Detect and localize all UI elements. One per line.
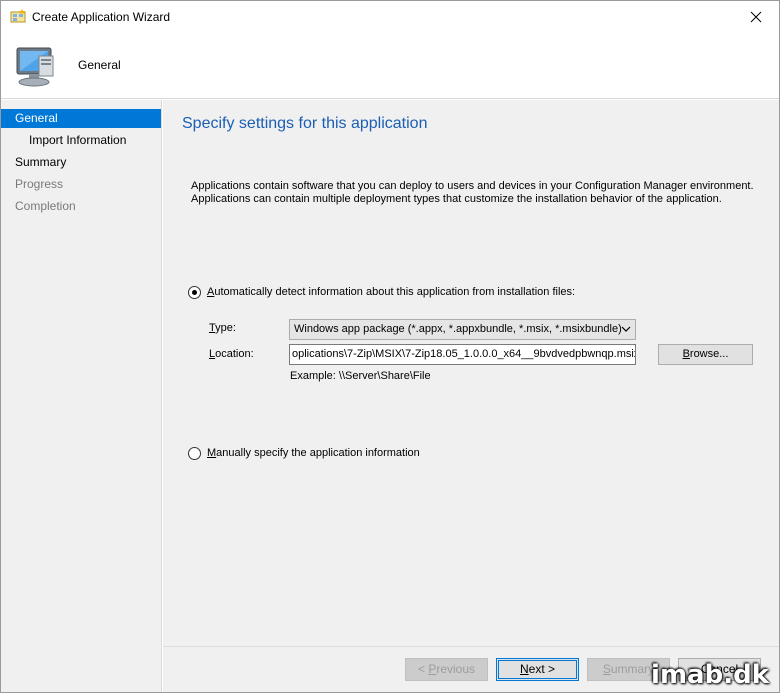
type-selected-value: Windows app package (*.appx, *.appxbundl… xyxy=(294,323,622,335)
location-example: Example: \\Server\Share\File xyxy=(290,370,431,382)
description-line-1: Applications contain software that you c… xyxy=(191,180,754,192)
location-label: Location: xyxy=(209,348,254,360)
type-label: Type: xyxy=(209,322,236,334)
previous-label: revious xyxy=(436,662,476,676)
sidebar-item-summary[interactable]: Summary xyxy=(1,153,161,172)
manual-radio[interactable] xyxy=(188,447,201,460)
wizard-sidebar: General Import Information Summary Progr… xyxy=(1,100,162,692)
manual-label[interactable]: Manually specify the application informa… xyxy=(207,447,420,459)
close-icon xyxy=(750,11,762,22)
type-label-text: ype: xyxy=(215,322,236,334)
title-bar: Create Application Wizard xyxy=(1,1,779,32)
next-mnemonic: N xyxy=(519,662,529,676)
browse-label: rowse... xyxy=(689,348,729,360)
manual-text: anually specify the application informat… xyxy=(216,447,420,459)
previous-prefix: < xyxy=(417,662,429,676)
sidebar-item-general[interactable]: General xyxy=(1,109,161,128)
page-title: Specify settings for this application xyxy=(182,115,428,132)
watermark: imab.dk xyxy=(651,660,769,690)
wizard-header: General xyxy=(1,32,779,99)
wizard-app-icon xyxy=(10,9,26,23)
browse-button[interactable]: Browse... xyxy=(658,344,753,365)
location-label-text: ocation: xyxy=(215,348,254,360)
type-select[interactable]: Windows app package (*.appx, *.appxbundl… xyxy=(289,319,636,340)
summary-label: ummary xyxy=(610,662,655,676)
sidebar-item-completion: Completion xyxy=(15,199,76,213)
description-line-2: Applications can contain multiple deploy… xyxy=(191,193,722,205)
previous-button[interactable]: < Previous xyxy=(405,658,488,681)
page-description: Applications contain software that you c… xyxy=(191,180,771,206)
auto-detect-label[interactable]: Automatically detect information about t… xyxy=(207,286,575,298)
next-button[interactable]: Next > xyxy=(496,658,579,681)
auto-detect-radio[interactable] xyxy=(188,286,201,299)
next-label: ext > xyxy=(528,662,556,676)
browse-mnemonic: B xyxy=(682,348,690,360)
summary-mnemonic: S xyxy=(602,662,611,676)
sidebar-item-progress: Progress xyxy=(15,177,64,191)
sidebar-item-import-information[interactable]: Import Information xyxy=(1,131,161,150)
computer-icon xyxy=(16,47,54,87)
location-input[interactable]: oplications\7-Zip\MSIX\7-Zip18.05_1.0.0.… xyxy=(289,344,636,365)
window-title: Create Application Wizard xyxy=(32,10,171,24)
wizard-window: Create Application Wizard General Genera… xyxy=(0,0,780,693)
chevron-down-icon xyxy=(621,326,631,332)
close-button[interactable] xyxy=(733,1,779,32)
auto-detect-text: utomatically detect information about th… xyxy=(214,286,576,298)
header-title: General xyxy=(78,58,121,72)
wizard-content: Specify settings for this application Ap… xyxy=(163,100,779,646)
manual-mnemonic: M xyxy=(207,447,217,459)
